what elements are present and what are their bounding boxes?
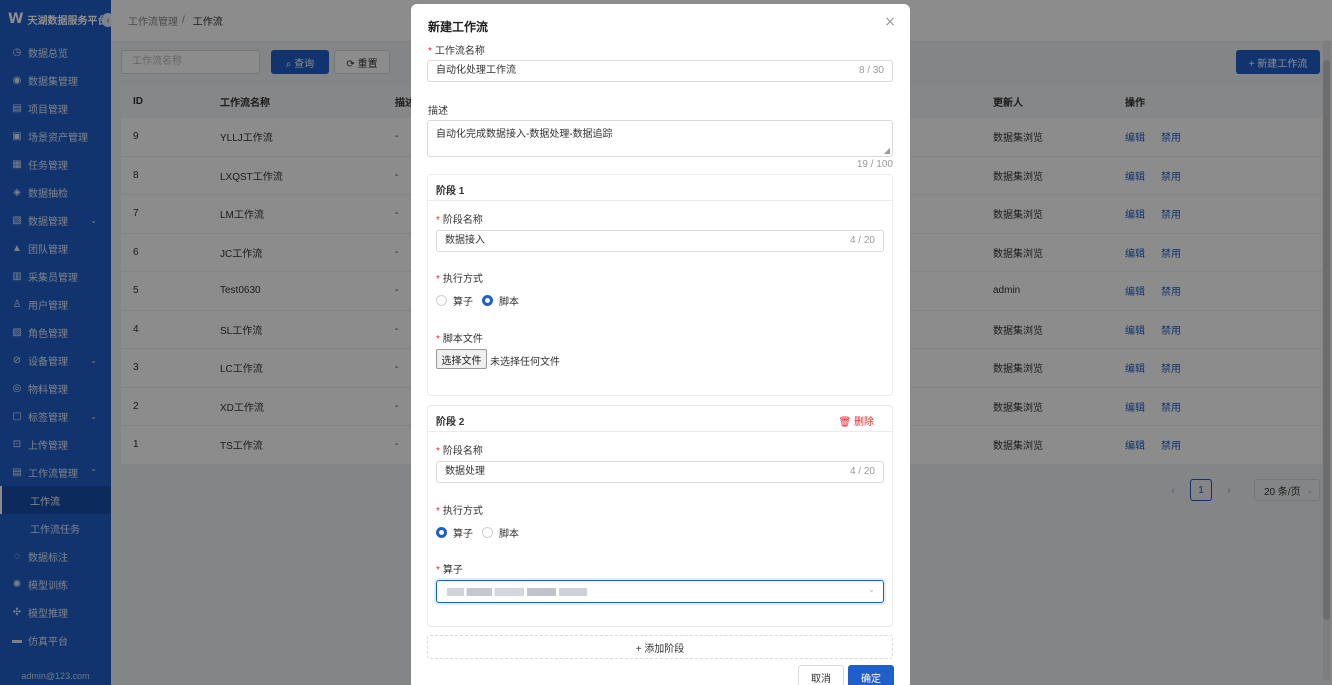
stage-2-title: 阶段 2 [436,417,465,428]
stage-1-header: 阶段 1 [428,175,892,201]
stage-2-operator-field-label: * 算子 [436,565,463,576]
description-value: 自动化完成数据接入-数据处理-数据追踪 [436,129,613,140]
stage-2-name-label: * 阶段名称 [436,446,483,457]
radio-unchecked-icon [482,527,493,538]
stage-1-name-count: 4 / 20 [849,235,875,246]
stage-2-operator-label: 算子 [453,529,473,540]
stage-1-card: 阶段 1 * 阶段名称 数据接入 4 / 20 * 执行方式 算子 脚本 * 脚本文件… [427,174,893,396]
chevron-down-icon: ⌄ [868,585,875,594]
resize-handle-icon[interactable]: ◢ [884,146,890,155]
stage-1-name-input[interactable]: 数据接入 4 / 20 [436,230,884,252]
stage-2-name-input[interactable]: 数据处理 4 / 20 [436,461,884,483]
stage-1-name-label: * 阶段名称 [436,215,483,226]
stage-1-radio-script[interactable]: 脚本 [482,293,519,308]
stage-1-script-label: 脚本 [499,297,519,308]
trash-icon: 🗑︎ [838,417,854,428]
radio-checked-icon [482,295,493,306]
add-stage-button[interactable]: + 添加阶段 [427,635,893,659]
stage-2-name-value: 数据处理 [445,466,485,477]
stage-2-radio-script[interactable]: 脚本 [482,525,519,540]
stage-1-file-label: * 脚本文件 [436,334,483,345]
workflow-name-count: 8 / 30 [858,65,884,76]
radio-unchecked-icon [436,295,447,306]
new-workflow-dialog: 新建工作流 × * 工作流名称 自动化处理工作流 8 / 30 描述 自动化完成数… [411,4,910,685]
close-icon[interactable]: × [884,14,896,30]
choose-file-button[interactable]: 选择文件 [436,349,487,369]
stage-1-mode-label: * 执行方式 [436,274,483,285]
stage-2-header: 阶段 2 🗑︎ 删除 [428,406,892,432]
stage-2-radio-operator[interactable]: 算子 [436,525,473,540]
workflow-name-label: * 工作流名称 [428,46,485,57]
workflow-name-value: 自动化处理工作流 [436,65,516,76]
stage-1-name-value: 数据接入 [445,235,485,246]
file-status: 未选择任何文件 [490,357,560,368]
operator-select[interactable]: ⌄ [436,580,884,603]
stage-1-radio-operator[interactable]: 算子 [436,293,473,308]
dialog-title: 新建工作流 [428,20,489,34]
blurred-selected-operator [447,588,587,596]
stage-2-script-label: 脚本 [499,529,519,540]
delete-stage-button[interactable]: 🗑︎ 删除 [839,413,874,428]
description-label: 描述 [428,106,448,117]
confirm-button[interactable]: 确定 [848,665,894,685]
stage-2-card: 阶段 2 🗑︎ 删除 * 阶段名称 数据处理 4 / 20 * 执行方式 算子 脚本… [427,405,893,627]
stage-2-name-count: 4 / 20 [849,466,875,477]
cancel-button[interactable]: 取消 [798,665,844,685]
description-textarea[interactable]: 自动化完成数据接入-数据处理-数据追踪 ◢ [427,120,893,157]
stage-1-operator-label: 算子 [453,297,473,308]
stage-2-mode-label: * 执行方式 [436,506,483,517]
description-count: 19 / 100 [856,159,893,170]
radio-checked-icon [436,527,447,538]
stage-1-title: 阶段 1 [436,186,465,197]
workflow-name-input[interactable]: 自动化处理工作流 8 / 30 [427,60,893,82]
